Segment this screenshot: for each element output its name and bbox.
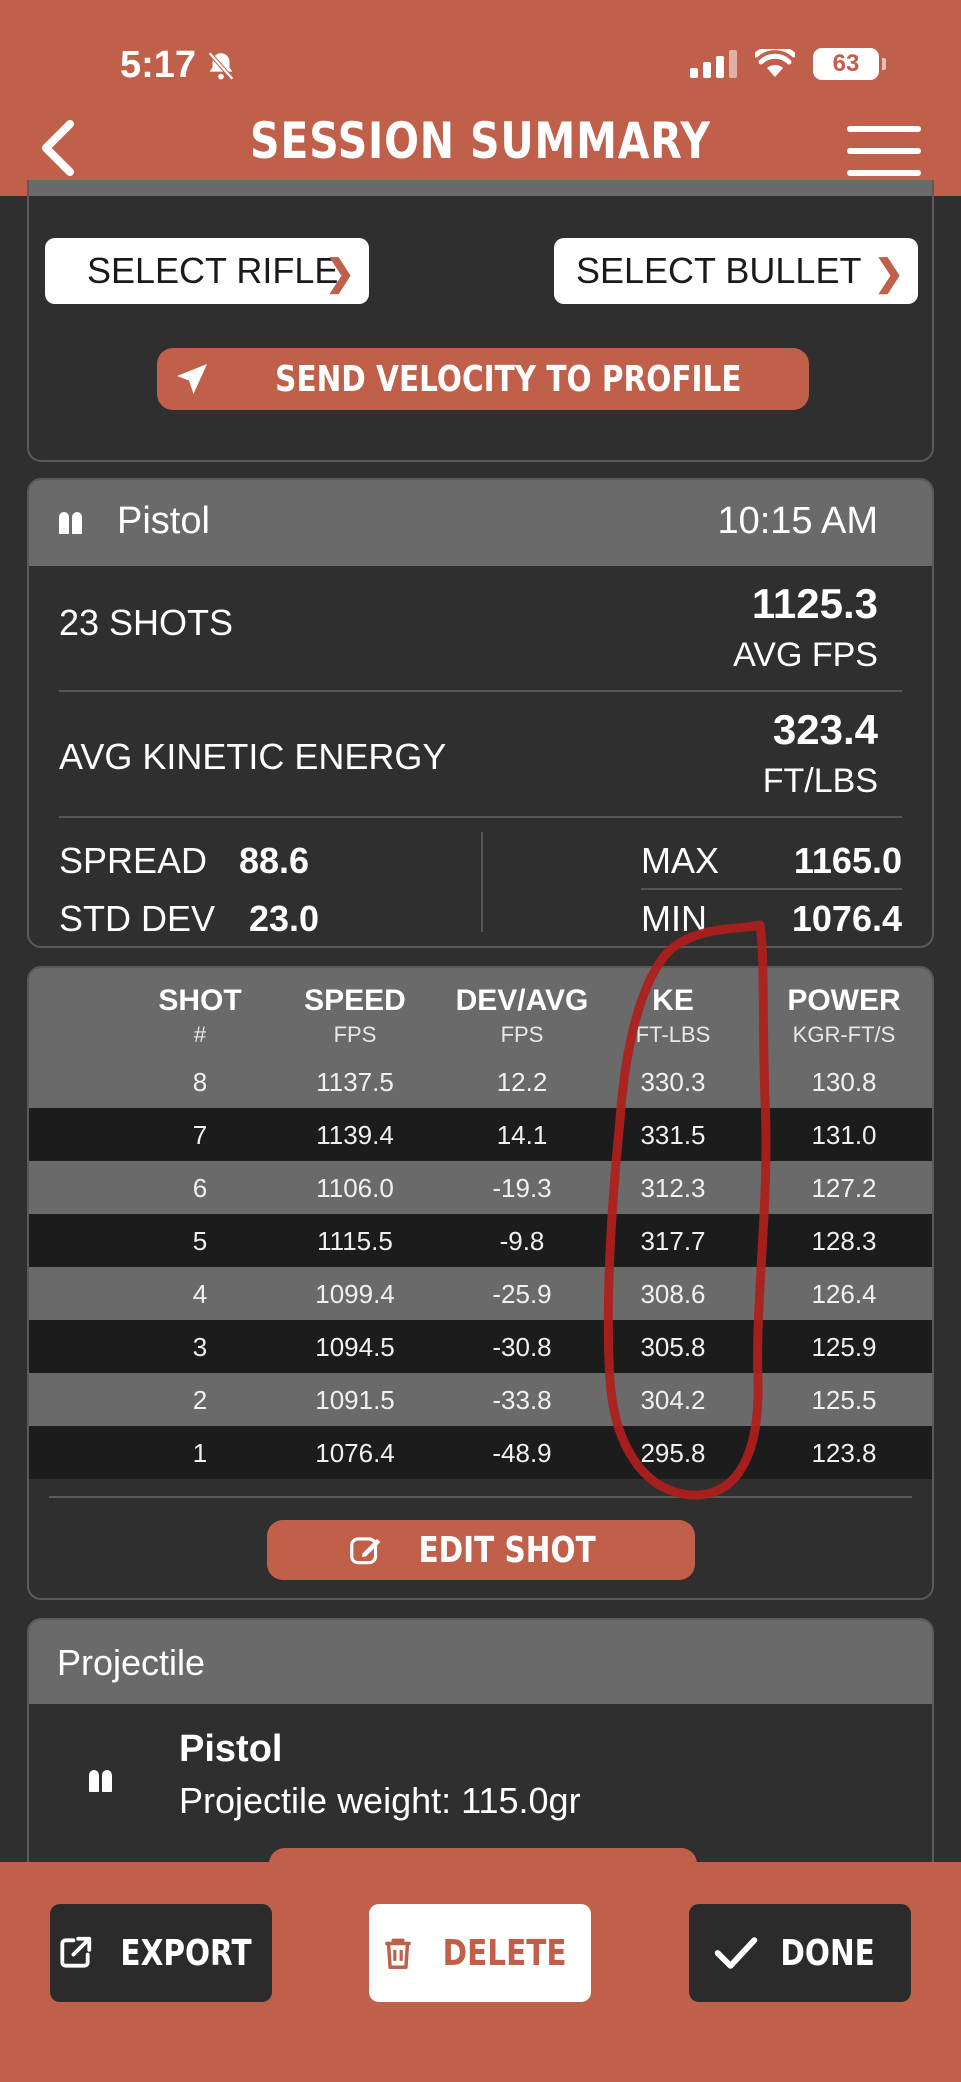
menu-button[interactable] [847, 126, 921, 176]
projectile-weight: Projectile weight: 115.0gr [179, 1780, 581, 1821]
table-row[interactable]: 6 1106.0 -19.3 312.3 127.2 [29, 1161, 932, 1214]
col-header-shot: SHOT # [158, 984, 242, 1047]
ammo-icon [59, 512, 82, 534]
status-indicators: 63 [690, 48, 886, 80]
app-header: 5:17 63 SESSION SUMMARY [0, 0, 961, 196]
wifi-icon [755, 49, 795, 77]
table-row[interactable]: 1 1076.4 -48.9 295.8 123.8 [29, 1426, 932, 1479]
session-stats-card: Pistol 10:15 AM 23 SHOTS 1125.3 AVG FPS … [27, 478, 934, 948]
table-row[interactable]: 2 1091.5 -33.8 304.2 125.5 [29, 1373, 932, 1426]
table-row[interactable]: 4 1099.4 -25.9 308.6 126.4 [29, 1267, 932, 1320]
projectile-name: Pistol [179, 1728, 283, 1770]
back-button[interactable] [38, 118, 78, 178]
edit-icon [350, 1537, 381, 1565]
col-header-power: POWER KGR-FT/S [787, 984, 901, 1047]
profile-actions-card: SELECT RIFLE ❯ SELECT BULLET ❯ SEND VELO… [27, 180, 934, 462]
chevron-right-icon: ❯ [324, 252, 355, 293]
session-time: 10:15 AM [717, 500, 878, 542]
edit-shot-button[interactable]: EDIT SHOT [267, 1520, 695, 1580]
col-header-speed: SPEED FPS [304, 984, 406, 1047]
avg-ke-label: AVG KINETIC ENERGY [59, 736, 447, 777]
shot-count: 23 SHOTS [59, 602, 234, 643]
delete-button[interactable]: DELETE [369, 1904, 591, 2002]
export-icon [60, 1936, 92, 1968]
export-button[interactable]: EXPORT [50, 1904, 272, 2002]
send-velocity-button[interactable]: SEND VELOCITY TO PROFILE [157, 348, 809, 410]
projectile-header: Projectile [29, 1620, 932, 1704]
min-value: 1076.4 [791, 898, 902, 939]
chevron-right-icon: ❯ [873, 252, 904, 293]
table-row[interactable]: 3 1094.5 -30.8 305.8 125.9 [29, 1320, 932, 1373]
max-value: 1165.0 [793, 840, 902, 881]
table-row[interactable]: 8 1137.5 12.2 330.3 130.8 [29, 1055, 932, 1108]
done-button[interactable]: DONE [689, 1904, 911, 2002]
table-row[interactable]: 5 1115.5 -9.8 317.7 128.3 [29, 1214, 932, 1267]
hamburger-icon [847, 126, 921, 132]
col-header-ke: KE FT-LBS [635, 984, 711, 1047]
status-time: 5:17 [120, 44, 238, 87]
battery-icon: 63 [813, 48, 886, 80]
avg-fps-value: 1125.3 [751, 580, 878, 627]
spread-label: SPREAD [59, 840, 208, 881]
stddev-value: 23.0 [249, 898, 320, 939]
projectile-section-title: Projectile [57, 1642, 206, 1683]
bottom-action-bar: EXPORT DELETE DONE [0, 1862, 961, 2082]
session-name: Pistol [117, 500, 210, 542]
trash-icon [385, 1938, 412, 1969]
paper-plane-icon [176, 364, 207, 394]
avg-fps-label: AVG FPS [733, 636, 878, 674]
table-row[interactable]: 7 1139.4 14.1 331.5 131.0 [29, 1108, 932, 1161]
col-header-dev: DEV/AVG FPS [455, 984, 589, 1047]
battery-level: 63 [832, 50, 860, 77]
stddev-label: STD DEV [59, 898, 216, 939]
select-bullet-button[interactable]: SELECT BULLET ❯ [554, 238, 918, 304]
avg-ke-value: 323.4 [772, 706, 878, 753]
page-title: SESSION SUMMARY [250, 112, 711, 170]
session-header: Pistol 10:15 AM [29, 480, 932, 566]
bell-muted-icon [208, 51, 234, 80]
checkmark-icon [715, 1937, 758, 1969]
min-label: MIN [641, 898, 707, 939]
avg-ke-unit: FT/LBS [762, 762, 878, 800]
shots-table-card: SHOT # SPEED FPS DEV/AVG FPS KE FT-LBS POWER… [27, 966, 934, 1600]
ammo-icon [89, 1770, 112, 1792]
spread-value: 88.6 [239, 840, 310, 881]
cellular-signal-icon [690, 50, 737, 78]
select-rifle-button[interactable]: SELECT RIFLE ❯ [45, 238, 369, 304]
max-label: MAX [641, 840, 720, 881]
